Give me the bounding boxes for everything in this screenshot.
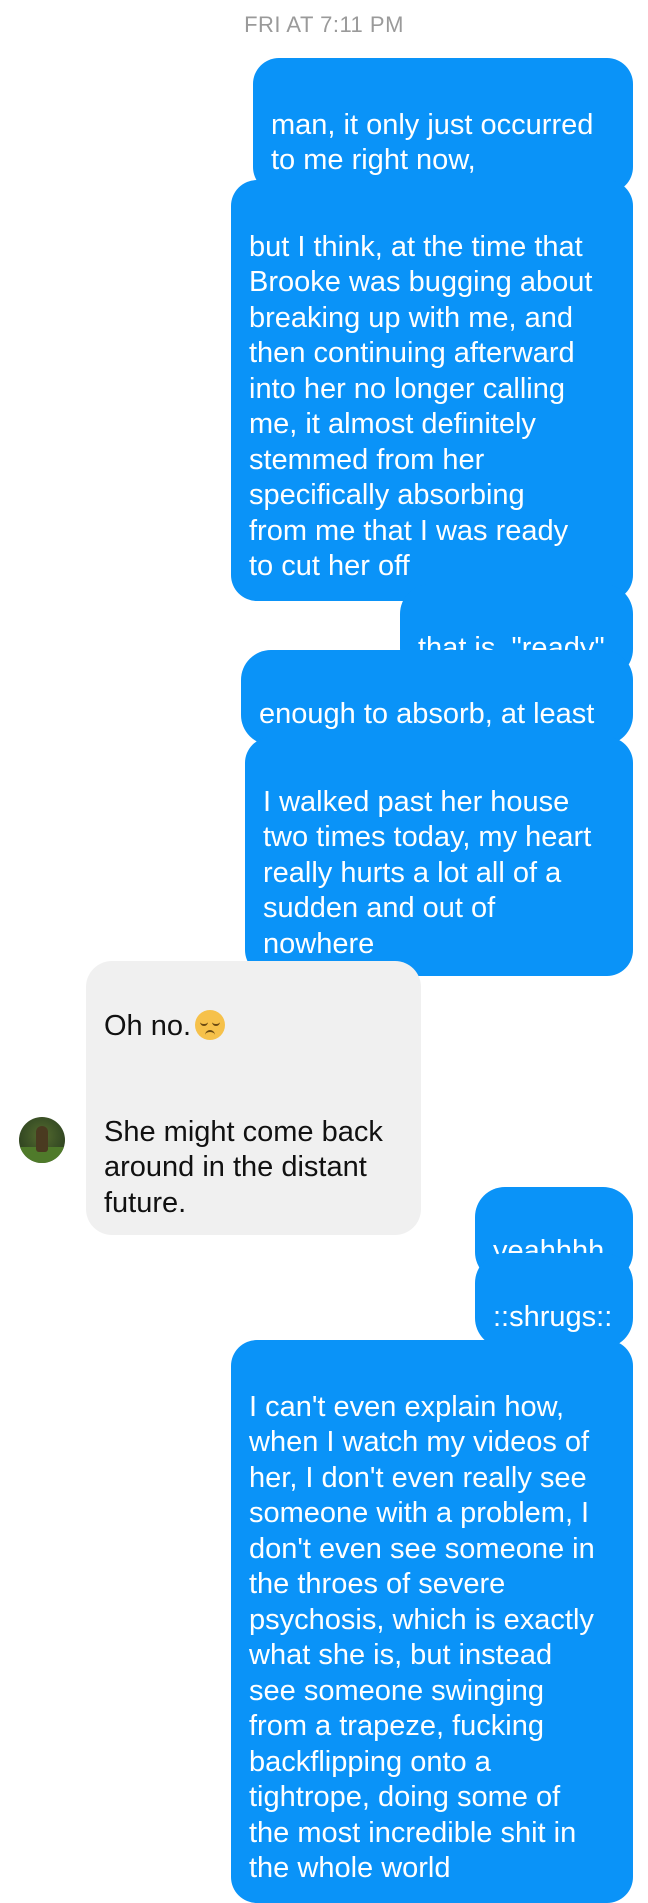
message-bubble-incoming[interactable]: Oh no. She might come back around in the… — [86, 961, 421, 1235]
pensive-face-icon — [195, 1009, 226, 1040]
message-text: man, it only just occurred to me right n… — [271, 108, 594, 177]
contact-avatar[interactable] — [19, 1117, 65, 1163]
message-bubble-outgoing[interactable]: enough to absorb, at least — [241, 650, 633, 745]
message-bubble-outgoing[interactable]: I walked past her house two times today,… — [245, 737, 633, 976]
message-text-first-line: Oh no. — [104, 1009, 192, 1042]
message-text: ::shrugs:: — [493, 1300, 613, 1333]
message-text: enough to absorb, at least — [259, 697, 595, 730]
message-bubble-outgoing[interactable]: but I think, at the time that Brooke was… — [231, 180, 633, 601]
message-text: She might come back around in the distan… — [104, 1115, 383, 1219]
message-text: I walked past her house two times today,… — [263, 785, 592, 960]
message-text: but I think, at the time that Brooke was… — [249, 230, 593, 583]
message-bubble-outgoing[interactable]: man, it only just occurred to me right n… — [253, 58, 633, 193]
message-bubble-outgoing[interactable]: ::shrugs:: — [475, 1253, 633, 1348]
conversation-timestamp: FRI AT 7:11 PM — [244, 12, 404, 37]
message-text: I can't even explain how, when I watch m… — [249, 1390, 595, 1885]
message-bubble-outgoing[interactable]: I can't even explain how, when I watch m… — [231, 1340, 633, 1903]
avatar-figure — [36, 1126, 48, 1152]
